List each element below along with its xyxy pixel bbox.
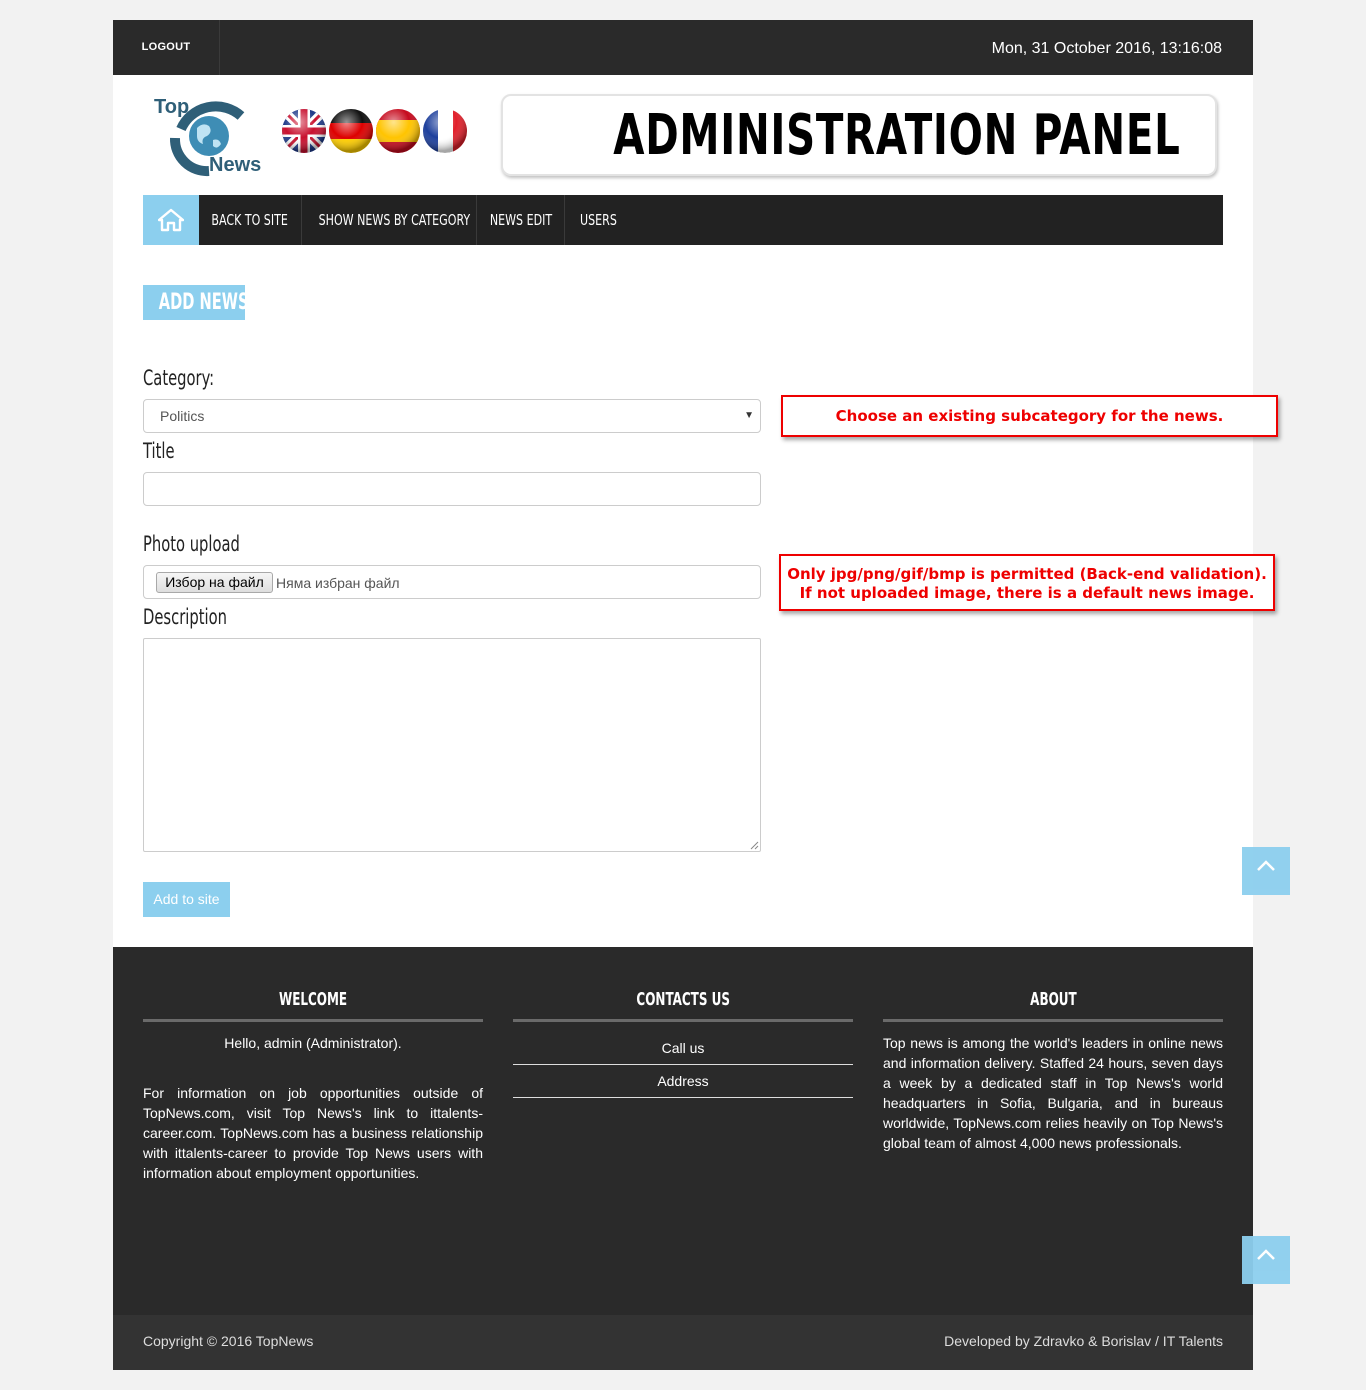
- nav-news-edit[interactable]: NEWS EDIT: [477, 195, 565, 245]
- welcome-text: For information on job opportunities out…: [143, 1085, 483, 1181]
- scroll-to-top-button[interactable]: [1242, 847, 1290, 895]
- admin-panel-banner: ADMINISTRATION PANEL: [501, 94, 1217, 176]
- about-text: Top news is among the world's leaders in…: [883, 1035, 1223, 1151]
- home-icon: [158, 208, 184, 232]
- banner-title: ADMINISTRATION PANEL: [613, 103, 1181, 168]
- divider: [513, 1019, 853, 1022]
- choose-file-button[interactable]: Избор на файл: [156, 572, 273, 593]
- contact-address[interactable]: Address: [513, 1065, 853, 1098]
- category-annotation: Choose an existing subcategory for the n…: [781, 395, 1278, 437]
- nav-users[interactable]: USERS: [565, 195, 631, 245]
- photo-annotation-line1: Only jpg/png/gif/bmp is permitted (Back-…: [787, 565, 1267, 583]
- welcome-greeting: Hello, admin (Administrator).: [224, 1035, 402, 1051]
- logo-graphic: Top News: [154, 96, 261, 177]
- copyright-text: Copyright © 2016 TopNews: [143, 1333, 314, 1349]
- about-heading: ABOUT: [1029, 989, 1077, 1010]
- contact-call-us[interactable]: Call us: [513, 1032, 853, 1065]
- logo-text-news: News: [209, 154, 261, 176]
- category-label: Category:: [143, 366, 215, 390]
- category-select[interactable]: Politics ▼: [143, 399, 761, 433]
- add-to-site-button[interactable]: Add to site: [143, 882, 230, 917]
- top-bar: LOGOUT Mon, 31 October 2016, 13:16:08: [113, 20, 1253, 75]
- resize-grip-icon[interactable]: [750, 841, 759, 850]
- flag-spain-icon[interactable]: [376, 107, 420, 155]
- contacts-heading: CONTACTS US: [636, 989, 730, 1010]
- current-datetime: Mon, 31 October 2016, 13:16:08: [991, 40, 1222, 57]
- page-container: LOGOUT Mon, 31 October 2016, 13:16:08 To…: [113, 20, 1278, 1370]
- divider: [883, 1019, 1223, 1022]
- chevron-up-icon: [1257, 1249, 1275, 1260]
- description-label: Description: [143, 605, 227, 629]
- site-logo[interactable]: Top News: [151, 94, 271, 180]
- title-input[interactable]: [143, 472, 761, 506]
- logo-text-top: Top: [154, 96, 189, 118]
- flag-uk-icon[interactable]: [280, 107, 328, 155]
- language-flags: [280, 107, 468, 155]
- divider: [143, 1019, 483, 1022]
- photo-annotation: Only jpg/png/gif/bmp is permitted (Back-…: [779, 554, 1275, 611]
- nav-back-to-site[interactable]: BACK TO SITE: [199, 195, 302, 245]
- welcome-heading: WELCOME: [278, 989, 348, 1010]
- scroll-to-top-button[interactable]: [1242, 1236, 1290, 1284]
- category-selected-value: Politics: [160, 408, 205, 424]
- main-nav: BACK TO SITE SHOW NEWS BY CATEGORY NEWS …: [143, 195, 1223, 245]
- flag-germany-icon[interactable]: [329, 107, 373, 155]
- footer: WELCOME Hello, admin (Administrator). Fo…: [113, 947, 1253, 1315]
- logout-button[interactable]: LOGOUT: [113, 20, 220, 75]
- title-label: Title: [143, 439, 175, 463]
- dropdown-arrow-icon: ▼: [744, 410, 754, 421]
- nav-home-button[interactable]: [143, 195, 199, 245]
- chevron-up-icon: [1257, 860, 1275, 871]
- flag-france-icon[interactable]: [423, 107, 468, 155]
- photo-annotation-line2: If not uploaded image, there is a defaul…: [799, 584, 1255, 602]
- no-file-chosen-text: Няма избран файл: [276, 575, 400, 591]
- photo-upload-field[interactable]: Избор на файл Няма избран файл: [143, 565, 761, 599]
- description-textarea[interactable]: [143, 638, 761, 852]
- nav-show-news-by-category[interactable]: SHOW NEWS BY CATEGORY: [302, 195, 477, 245]
- add-news-heading: ADD NEWS: [143, 285, 249, 320]
- developed-by-text: Developed by Zdravko & Borislav / IT Tal…: [944, 1333, 1223, 1349]
- photo-upload-label: Photo upload: [143, 532, 240, 556]
- copyright-bar: Copyright © 2016 TopNews Developed by Zd…: [113, 1315, 1253, 1370]
